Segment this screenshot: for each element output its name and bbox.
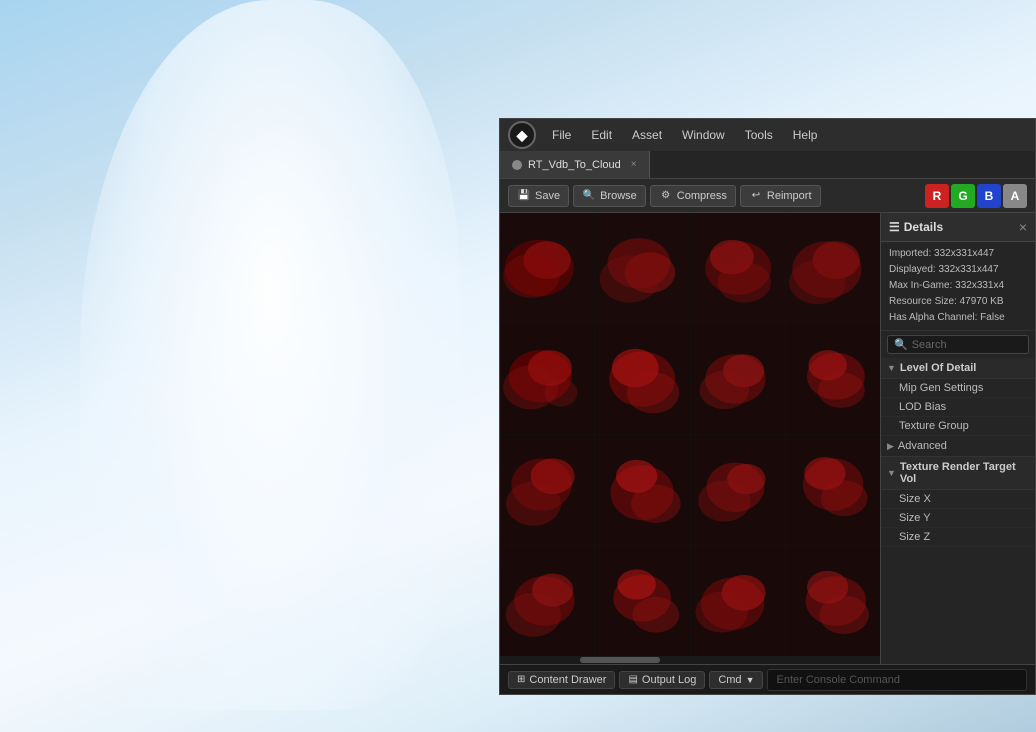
details-header: ☰ Details × — [881, 213, 1035, 242]
cmd-arrow-icon: ▼ — [746, 675, 755, 685]
browse-icon: 🔍 — [582, 189, 596, 203]
toolbar: 💾 Save 🔍 Browse ⚙ Compress ↩ Reimport R … — [500, 179, 1035, 213]
texture-cell — [691, 213, 785, 323]
texture-cell — [786, 435, 880, 545]
menu-help[interactable]: Help — [785, 126, 826, 144]
content-drawer-label: Content Drawer — [529, 674, 606, 686]
tab-rt-vdb[interactable]: RT_Vdb_To_Cloud × — [500, 151, 650, 178]
prop-size-x[interactable]: Size X — [881, 490, 1035, 509]
compress-label: Compress — [677, 190, 727, 202]
browse-label: Browse — [600, 190, 637, 202]
menu-asset[interactable]: Asset — [624, 126, 670, 144]
texture-cell — [500, 324, 594, 434]
editor-window: ◆ File Edit Asset Window Tools Help RT_V… — [499, 118, 1036, 695]
texture-cell — [595, 546, 689, 656]
menu-file[interactable]: File — [544, 126, 579, 144]
title-bar: ◆ File Edit Asset Window Tools Help — [500, 119, 1035, 151]
tab-icon — [512, 160, 522, 170]
tab-label: RT_Vdb_To_Cloud — [528, 159, 621, 171]
section-arrow-icon: ▼ — [887, 363, 896, 373]
prop-mip-gen[interactable]: Mip Gen Settings — [881, 379, 1035, 398]
h-scrollbar — [500, 656, 880, 664]
prop-size-y[interactable]: Size Y — [881, 509, 1035, 528]
main-content: ☰ Details × Imported: 332x331x447 Displa… — [500, 213, 1035, 664]
prop-texture-group[interactable]: Texture Group — [881, 417, 1035, 436]
section-title-2: Texture Render Target Vol — [900, 461, 1029, 485]
cmd-label: Cmd — [718, 674, 741, 686]
menu-tools[interactable]: Tools — [737, 126, 781, 144]
section-arrow-icon-2: ▼ — [887, 468, 896, 478]
output-log-label: Output Log — [642, 674, 696, 686]
details-panel: ☰ Details × Imported: 332x331x447 Displa… — [880, 213, 1035, 664]
channel-r-button[interactable]: R — [925, 184, 949, 208]
advanced-label: Advanced — [898, 440, 947, 452]
texture-cell — [595, 435, 689, 545]
texture-cell — [691, 324, 785, 434]
texture-cell — [786, 546, 880, 656]
save-button[interactable]: 💾 Save — [508, 185, 569, 207]
channel-a-button[interactable]: A — [1003, 184, 1027, 208]
status-bar: ⊞ Content Drawer ▤ Output Log Cmd ▼ — [500, 664, 1035, 694]
output-log-button[interactable]: ▤ Output Log — [619, 671, 705, 689]
texture-cell — [500, 546, 594, 656]
section-level-of-detail[interactable]: ▼ Level Of Detail — [881, 358, 1035, 379]
cmd-button[interactable]: Cmd ▼ — [709, 671, 763, 689]
texture-cell — [595, 324, 689, 434]
texture-cell — [691, 435, 785, 545]
info-max-in-game: Max In-Game: 332x331x4 — [889, 278, 1027, 294]
prop-lod-bias[interactable]: LOD Bias — [881, 398, 1035, 417]
texture-cell — [500, 435, 594, 545]
output-log-icon: ▤ — [628, 674, 637, 685]
details-close-button[interactable]: × — [1019, 219, 1027, 235]
tab-close-button[interactable]: × — [631, 159, 637, 170]
cloud-shape — [80, 0, 460, 710]
ue-logo-text: ◆ — [517, 127, 528, 144]
reimport-icon: ↩ — [749, 189, 763, 203]
info-imported: Imported: 332x331x447 — [889, 246, 1027, 262]
texture-cell — [595, 213, 689, 323]
texture-cell — [786, 324, 880, 434]
search-bar: 🔍 — [887, 335, 1029, 354]
details-info-section: Imported: 332x331x447 Displayed: 332x331… — [881, 242, 1035, 331]
channel-g-button[interactable]: G — [951, 184, 975, 208]
texture-grid — [500, 213, 880, 656]
section-texture-render[interactable]: ▼ Texture Render Target Vol — [881, 457, 1035, 490]
compress-icon: ⚙ — [659, 189, 673, 203]
browse-button[interactable]: 🔍 Browse — [573, 185, 646, 207]
save-label: Save — [535, 190, 560, 202]
content-drawer-icon: ⊞ — [517, 674, 525, 685]
info-resource-size: Resource Size: 47970 KB — [889, 294, 1027, 310]
search-input[interactable] — [912, 339, 1022, 351]
properties-tree: ▼ Level Of Detail Mip Gen Settings LOD B… — [881, 358, 1035, 664]
texture-cell — [786, 213, 880, 323]
advanced-arrow-icon: ▶ — [887, 441, 894, 452]
info-has-alpha: Has Alpha Channel: False — [889, 310, 1027, 326]
search-icon: 🔍 — [894, 338, 908, 351]
menu-edit[interactable]: Edit — [583, 126, 620, 144]
console-input[interactable] — [767, 669, 1027, 691]
texture-cell — [691, 546, 785, 656]
channel-buttons: R G B A — [925, 184, 1027, 208]
advanced-section[interactable]: ▶ Advanced — [881, 436, 1035, 457]
prop-size-z[interactable]: Size Z — [881, 528, 1035, 547]
info-displayed: Displayed: 332x331x447 — [889, 262, 1027, 278]
menu-window[interactable]: Window — [674, 126, 733, 144]
details-title-container: ☰ Details — [889, 220, 943, 234]
menu-bar: File Edit Asset Window Tools Help — [544, 126, 1027, 144]
save-icon: 💾 — [517, 189, 531, 203]
reimport-label: Reimport — [767, 190, 812, 202]
channel-b-button[interactable]: B — [977, 184, 1001, 208]
compress-button[interactable]: ⚙ Compress — [650, 185, 736, 207]
section-title: Level Of Detail — [900, 362, 976, 374]
h-scrollbar-thumb[interactable] — [580, 657, 660, 663]
ue-logo: ◆ — [508, 121, 536, 149]
details-title-text: Details — [904, 220, 943, 234]
details-icon: ☰ — [889, 220, 900, 234]
content-drawer-button[interactable]: ⊞ Content Drawer — [508, 671, 615, 689]
tab-bar: RT_Vdb_To_Cloud × — [500, 151, 1035, 179]
reimport-button[interactable]: ↩ Reimport — [740, 185, 821, 207]
texture-cell — [500, 213, 594, 323]
